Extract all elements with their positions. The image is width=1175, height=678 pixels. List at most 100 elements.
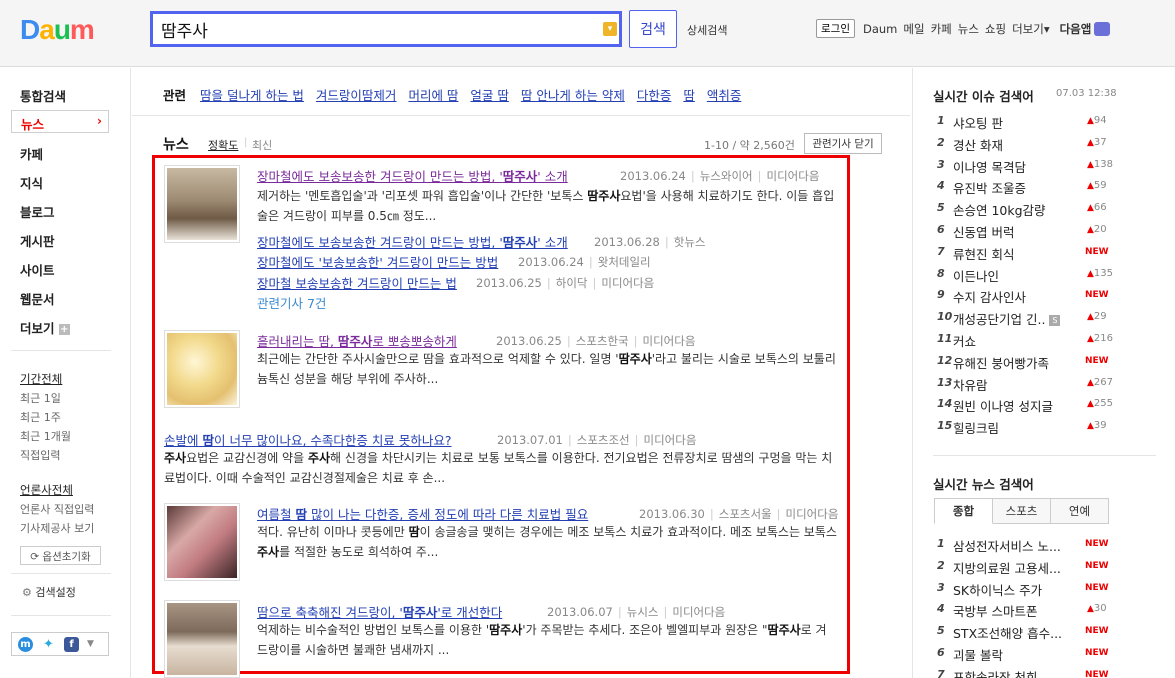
rank-item[interactable]: 12 유해진 붕어빵가족 NEW <box>937 351 1157 373</box>
daum-logo[interactable]: Daum <box>20 14 95 46</box>
top-link-shopping[interactable]: 쇼핑 <box>985 21 1006 37</box>
tab-entertainment[interactable]: 연예 <box>1051 498 1109 524</box>
search-settings-link[interactable]: ⚙ 검색설정 <box>22 584 76 600</box>
rank-item[interactable]: 7 포항송라장 천희 NEW <box>937 665 1157 678</box>
rank-keyword[interactable]: 커쇼 <box>953 331 976 350</box>
period-all[interactable]: 기간전체 <box>20 371 62 387</box>
rank-keyword[interactable]: 힐링크림 <box>953 418 999 437</box>
app-icon[interactable] <box>1094 21 1111 36</box>
rank-item[interactable]: 15 힐링크림 ▲39 <box>937 416 1157 438</box>
nav-news[interactable]: 뉴스 › <box>11 110 109 133</box>
rank-item[interactable]: 1 삼성전자서비스 노... NEW <box>937 534 1157 556</box>
rank-item[interactable]: 8 이든나인 ▲135 <box>937 264 1157 286</box>
result-via[interactable]: 미디어다음 <box>643 334 696 348</box>
rank-keyword[interactable]: 삼성전자서비스 노... <box>953 536 1061 555</box>
rank-item[interactable]: 14 원빈 이나영 성지글 ▲255 <box>937 394 1157 416</box>
rank-keyword[interactable]: 이나영 목격담 <box>953 157 1026 176</box>
rank-keyword[interactable]: 괴물 볼락 <box>953 645 1003 664</box>
result-source[interactable]: 스포츠조선 <box>577 433 630 447</box>
rank-keyword[interactable]: 경산 화재 <box>953 135 1003 154</box>
period-1week[interactable]: 최근 1주 <box>20 409 61 425</box>
reset-options-button[interactable]: ⟳ 옵션초기화 <box>20 546 101 565</box>
related-link[interactable]: 얼굴 땀 <box>470 88 508 103</box>
sub-article-title[interactable]: 장마철에도 보송보송한 겨드랑이 만드는 방법, '땀주사' 소개 <box>257 232 568 251</box>
result-via[interactable]: 미디어다음 <box>672 605 725 619</box>
rank-item[interactable]: 10 개성공단기업 긴.. S ▲29 <box>937 307 1157 329</box>
sort-accuracy[interactable]: 정확도 <box>208 137 238 153</box>
nav-webdoc[interactable]: 웹문서 <box>20 289 55 308</box>
rank-keyword[interactable]: 포항송라장 천희 <box>953 667 1037 678</box>
related-link[interactable]: 액취증 <box>707 88 742 103</box>
nav-integrated-search[interactable]: 통합검색 <box>20 86 66 105</box>
top-link-mail[interactable]: 메일 <box>903 21 924 37</box>
mypeople-share-icon[interactable]: m <box>18 636 33 652</box>
result-source[interactable]: 뉴스와이어 <box>700 169 753 183</box>
nav-board[interactable]: 게시판 <box>20 231 55 250</box>
rank-item[interactable]: 6 신동엽 버럭 ▲20 <box>937 220 1157 242</box>
nav-knowledge[interactable]: 지식 <box>20 173 43 192</box>
rank-keyword[interactable]: 수지 감사인사 <box>953 287 1026 306</box>
rank-item[interactable]: 1 샤오팅 판 ▲94 <box>937 111 1157 133</box>
rank-keyword[interactable]: 유해진 붕어빵가족 <box>953 353 1049 372</box>
result-thumbnail[interactable] <box>164 503 240 581</box>
top-link-daum[interactable]: Daum <box>863 22 897 36</box>
result-title[interactable]: 여름철 땀 많이 나는 다한증, 증세 정도에 따라 다른 치료법 필요 <box>257 504 588 523</box>
rank-item[interactable]: 5 손승연 10kg감량 ▲66 <box>937 198 1157 220</box>
rank-item[interactable]: 4 국방부 스마트폰 ▲30 <box>937 599 1157 621</box>
result-title[interactable]: 장마철에도 보송보송한 겨드랑이 만드는 방법, '땀주사' 소개 <box>257 166 568 185</box>
period-1day[interactable]: 최근 1일 <box>20 390 61 406</box>
period-custom[interactable]: 직접입력 <box>20 447 60 463</box>
result-title[interactable]: 손발에 땀이 너무 많이나요, 수족다한증 치료 못하나요? <box>164 430 451 449</box>
nav-more[interactable]: 더보기 + <box>20 318 70 337</box>
result-thumbnail[interactable] <box>164 330 240 408</box>
nav-blog[interactable]: 블로그 <box>20 202 55 221</box>
login-button[interactable]: 로그인 <box>816 19 855 38</box>
result-via[interactable]: 미디어다음 <box>786 507 839 521</box>
rank-keyword[interactable]: 지방의료원 고용세... <box>953 558 1061 577</box>
daum-app-link[interactable]: 다음앱 <box>1060 21 1092 37</box>
result-title[interactable]: 땀으로 축축해진 겨드랑이, '땀주사'로 개선한다 <box>257 602 502 621</box>
result-title[interactable]: 흘러내리는 땀, 땀주사로 뽀송뽀송하게 <box>257 331 457 350</box>
rank-keyword[interactable]: STX조선해양 흡수... <box>953 623 1062 642</box>
rank-keyword[interactable]: 국방부 스마트폰 <box>953 601 1037 620</box>
rank-keyword[interactable]: SK하이닉스 주가 <box>953 580 1042 599</box>
sort-latest[interactable]: 최신 <box>252 137 272 153</box>
rank-keyword[interactable]: 이든나인 <box>953 266 999 285</box>
tab-sports[interactable]: 스포츠 <box>993 498 1051 524</box>
result-thumbnail[interactable] <box>164 600 240 678</box>
nav-site[interactable]: 사이트 <box>20 260 55 279</box>
result-thumbnail[interactable] <box>164 165 240 243</box>
rank-item[interactable]: 3 이나영 목격담 ▲138 <box>937 155 1157 177</box>
rank-item[interactable]: 11 커쇼 ▲216 <box>937 329 1157 351</box>
rank-keyword[interactable]: 샤오팅 판 <box>953 113 1003 132</box>
top-link-more[interactable]: 더보기▾ <box>1012 21 1050 37</box>
sub-article-title[interactable]: 장마철에도 '보송보송한' 겨드랑이 만드는 방법 <box>257 252 498 271</box>
tab-overall[interactable]: 종합 <box>934 498 993 524</box>
rank-item[interactable]: 4 유진박 조울증 ▲59 <box>937 176 1157 198</box>
period-1month[interactable]: 최근 1개월 <box>20 428 71 444</box>
result-via[interactable]: 미디어다음 <box>644 433 697 447</box>
top-link-cafe[interactable]: 카페 <box>931 21 952 37</box>
result-source[interactable]: 스포츠서울 <box>719 507 772 521</box>
search-button[interactable]: 검색 <box>629 10 677 48</box>
press-providers[interactable]: 기사제공사 보기 <box>20 520 94 536</box>
rank-keyword[interactable]: 신동엽 버럭 <box>953 222 1014 241</box>
twitter-share-icon[interactable]: ✦ <box>41 636 56 652</box>
related-link[interactable]: 땀 <box>683 88 695 103</box>
result-via[interactable]: 미디어다음 <box>767 169 820 183</box>
related-link[interactable]: 머리에 땀 <box>408 88 458 103</box>
rank-item[interactable]: 9 수지 감사인사 NEW <box>937 285 1157 307</box>
press-custom[interactable]: 언론사 직접입력 <box>20 501 94 517</box>
rank-keyword[interactable]: 유진박 조울증 <box>953 178 1026 197</box>
rank-keyword[interactable]: 손승연 10kg감량 <box>953 200 1046 219</box>
rank-item[interactable]: 2 경산 화재 ▲37 <box>937 133 1157 155</box>
press-all[interactable]: 언론사전체 <box>20 482 73 498</box>
rank-keyword[interactable]: 원빈 이나영 성지글 <box>953 396 1053 415</box>
rank-keyword[interactable]: 개성공단기업 긴.. S <box>953 309 1061 328</box>
related-link[interactable]: 땀 안나게 하는 약제 <box>521 88 625 103</box>
search-input[interactable] <box>153 14 593 44</box>
close-related-button[interactable]: 관련기사 닫기 <box>804 133 882 154</box>
rank-item[interactable]: 13 차유람 ▲267 <box>937 373 1157 395</box>
related-link[interactable]: 땀을 덜나게 하는 법 <box>200 88 304 103</box>
rank-item[interactable]: 2 지방의료원 고용세... NEW <box>937 556 1157 578</box>
